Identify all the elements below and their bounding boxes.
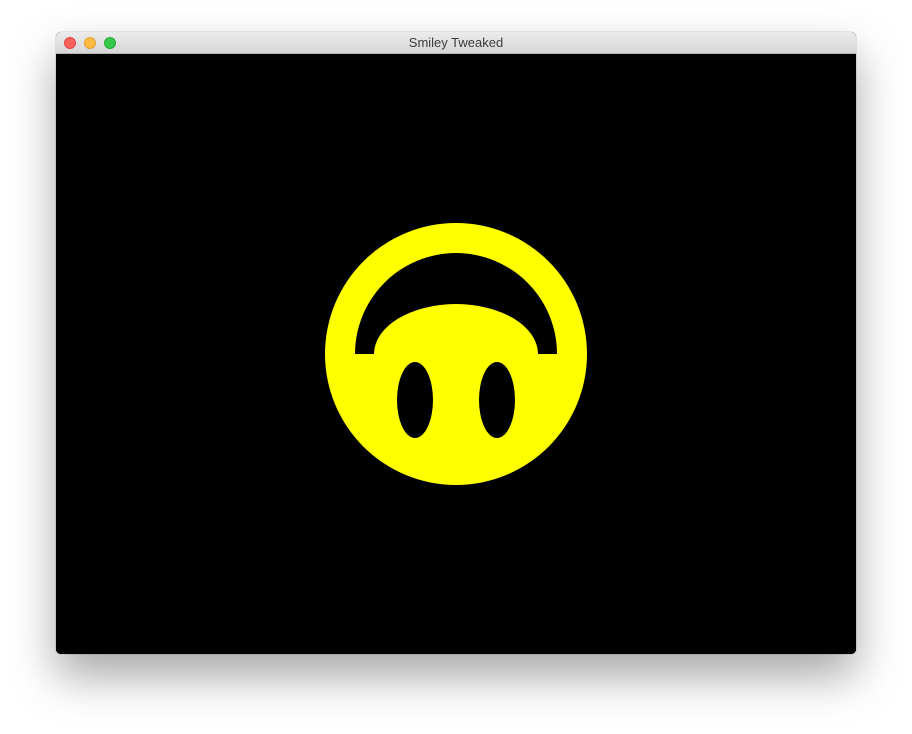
window-title: Smiley Tweaked (408, 35, 504, 50)
title-bar[interactable]: Smiley Tweaked (56, 32, 856, 54)
smiley-drawing (56, 54, 856, 654)
app-window: Smiley Tweaked (56, 32, 856, 654)
drawing-canvas (56, 54, 856, 654)
right-eye (479, 362, 515, 438)
left-eye (397, 362, 433, 438)
